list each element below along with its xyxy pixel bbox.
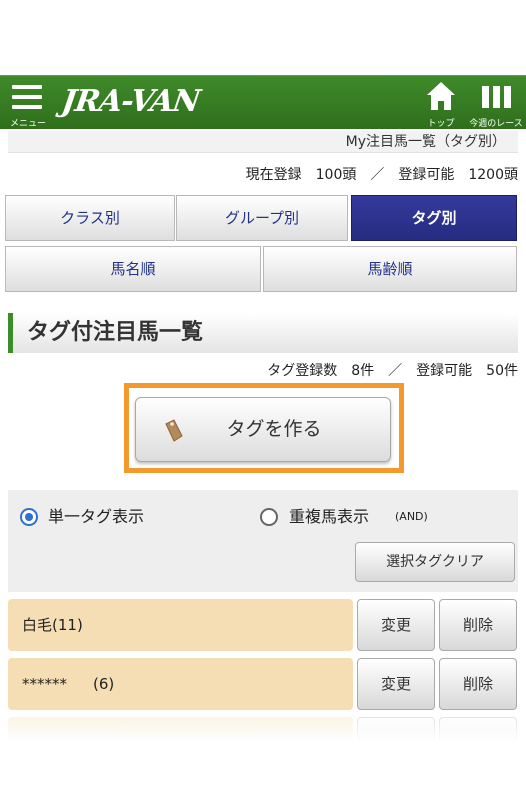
tab-group[interactable]: グループ別	[176, 195, 348, 241]
tag-row[interactable]: 白毛(11)	[8, 599, 353, 651]
scroll-fade	[0, 712, 526, 742]
this-week-races-button[interactable]: 今週のレース	[466, 80, 526, 129]
columns-icon	[482, 86, 512, 108]
duplicate-label: 重複馬表示	[289, 507, 370, 526]
tag-horse-count: (6)	[93, 675, 115, 693]
and-label: (AND)	[395, 510, 428, 523]
menu-label: メニュー	[9, 119, 46, 129]
hamburger-icon	[12, 85, 42, 115]
app-header: メニュー JRA-VAN トップ 今週のレース	[0, 75, 526, 129]
jra-van-logo[interactable]: JRA-VAN	[60, 84, 202, 119]
top-label: トップ	[427, 119, 455, 129]
duplicate-radio[interactable]	[260, 508, 278, 526]
tag-row[interactable]: ****** (6)	[8, 658, 353, 710]
clear-selected-tags-button[interactable]: 選択タグクリア	[355, 542, 515, 582]
delete-button[interactable]: 削除	[439, 599, 517, 651]
registration-count: 現在登録 100頭 ／ 登録可能 1200頭	[245, 167, 518, 183]
change-button[interactable]: 変更	[357, 658, 435, 710]
make-tag-button[interactable]: タグを作る	[135, 397, 391, 462]
tag-name: ******	[22, 675, 67, 693]
make-tag-label: タグを作る	[226, 418, 322, 440]
this-week-label: 今週のレース	[469, 119, 523, 129]
tag-count: タグ登録数 8件 ／ 登録可能 50件	[267, 363, 518, 379]
menu-button[interactable]: メニュー	[8, 81, 48, 129]
tab-horse-name[interactable]: 馬名順	[5, 246, 261, 292]
tab-horse-age[interactable]: 馬齢順	[263, 246, 517, 292]
home-icon	[427, 82, 455, 110]
tab-tag[interactable]: タグ別	[351, 195, 517, 241]
breadcrumb: My注目馬一覧（タグ別）	[8, 131, 518, 153]
section-title: タグ付注目馬一覧	[8, 313, 518, 353]
change-button[interactable]: 変更	[357, 599, 435, 651]
delete-button[interactable]: 削除	[439, 658, 517, 710]
single-tag-label: 単一タグ表示	[48, 507, 145, 526]
tag-horse-count: (11)	[52, 616, 83, 634]
tag-name: 白毛	[22, 616, 53, 634]
single-tag-radio[interactable]	[20, 508, 38, 526]
tab-class[interactable]: クラス別	[5, 195, 175, 241]
top-button[interactable]: トップ	[420, 80, 462, 129]
